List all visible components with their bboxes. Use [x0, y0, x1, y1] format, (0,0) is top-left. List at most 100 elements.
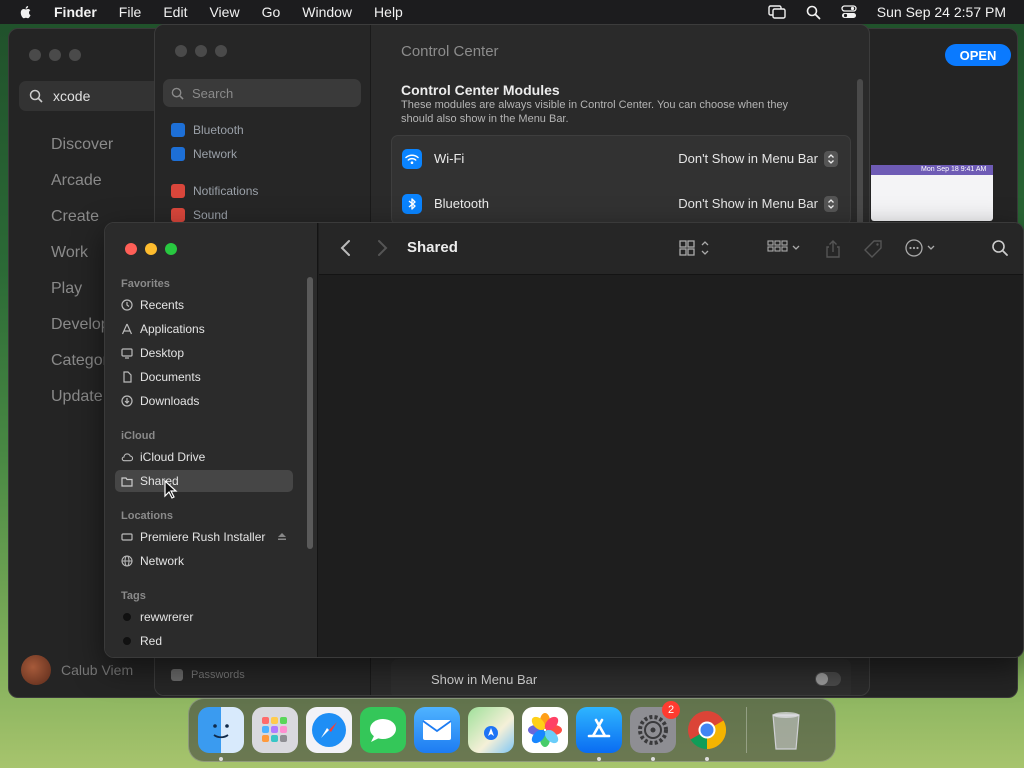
sidebar-item-notifications[interactable]: Notifications: [171, 184, 258, 198]
close-button[interactable]: [29, 49, 41, 61]
account-button[interactable]: Calub Viem: [21, 655, 133, 685]
menu-window[interactable]: Window: [302, 4, 352, 20]
wifi-menu-bar-popup[interactable]: Don't Show in Menu Bar: [678, 150, 838, 167]
system-settings-icon[interactable]: 2: [630, 701, 680, 761]
close-button[interactable]: [125, 243, 137, 255]
sidebar-label: Applications: [140, 322, 205, 336]
share-icon[interactable]: [825, 239, 841, 264]
bluetooth-menu-bar-popup[interactable]: Don't Show in Menu Bar: [678, 195, 838, 212]
menu-file[interactable]: File: [119, 4, 142, 20]
group-by-icon[interactable]: [767, 239, 803, 262]
sidebar-group-locations: Locations: [121, 510, 173, 522]
sidebar-label: Recents: [140, 298, 185, 312]
window-controls: [175, 45, 227, 57]
chrome-icon[interactable]: [684, 707, 730, 761]
chevron-up-down-icon: [824, 150, 838, 167]
search-icon: [29, 89, 43, 103]
menubar-clock[interactable]: Sun Sep 24 2:57 PM: [877, 4, 1006, 20]
sidebar-label: rewwrerer: [140, 610, 194, 624]
sidebar-item-recents[interactable]: Recents: [115, 294, 293, 316]
sidebar-item-documents[interactable]: Documents: [115, 366, 293, 388]
zoom-button[interactable]: [215, 45, 227, 57]
settings-search-input[interactable]: Search: [163, 79, 361, 107]
sidebar-item-passwords[interactable]: Passwords: [171, 669, 245, 681]
module-label: Bluetooth: [434, 196, 489, 211]
sidebar-item-tag-red[interactable]: Red: [115, 630, 293, 652]
tag-icon[interactable]: [863, 239, 883, 264]
key-icon: [171, 669, 183, 681]
eject-icon[interactable]: [277, 530, 287, 544]
running-indicator: [219, 757, 223, 761]
sidebar-item-icloud-drive[interactable]: iCloud Drive: [115, 446, 293, 468]
app-store-search-field[interactable]: xcode: [19, 81, 169, 111]
sidebar-item-desktop[interactable]: Desktop: [115, 342, 293, 364]
menu-edit[interactable]: Edit: [163, 4, 187, 20]
sidebar-label: Documents: [140, 370, 201, 384]
sidebar-label: Network: [140, 554, 185, 568]
app-store-icon[interactable]: [576, 707, 622, 761]
launchpad-icon[interactable]: [252, 707, 298, 753]
sidebar-item-premiere-rush-installer[interactable]: Premiere Rush Installer: [115, 526, 293, 548]
modules-panel: Wi-Fi Don't Show in Menu Bar Bluetooth D…: [391, 135, 851, 225]
globe-icon: [171, 147, 185, 161]
window-controls: [29, 49, 81, 61]
sidebar-item-sound[interactable]: Sound: [171, 208, 228, 222]
nav-discover[interactable]: Discover: [51, 135, 113, 171]
menu-bar: Finder File Edit View Go Window Help Sun…: [0, 0, 1024, 24]
search-icon[interactable]: [991, 239, 1009, 262]
minimize-button[interactable]: [145, 243, 157, 255]
messages-icon[interactable]: [360, 707, 406, 753]
clock-icon: [121, 299, 133, 311]
mail-icon[interactable]: [414, 707, 460, 753]
menu-view[interactable]: View: [209, 4, 239, 20]
wifi-icon: [402, 148, 422, 169]
sidebar-item-tag-rewwrerer[interactable]: rewwrerer: [115, 606, 293, 628]
maps-icon[interactable]: [468, 707, 514, 753]
show-in-menu-bar-toggle[interactable]: [815, 672, 841, 686]
forward-button[interactable]: [375, 239, 389, 262]
spotlight-search-icon[interactable]: [806, 5, 821, 20]
nav-arcade[interactable]: Arcade: [51, 171, 113, 207]
finder-icon[interactable]: [198, 707, 244, 761]
running-indicator: [651, 757, 655, 761]
sidebar-scrollbar[interactable]: [307, 277, 313, 549]
open-button[interactable]: OPEN: [945, 44, 1011, 66]
sidebar-label: Desktop: [140, 346, 185, 360]
menu-app-name[interactable]: Finder: [54, 4, 97, 20]
window-controls: [125, 243, 177, 255]
screen-mirroring-icon[interactable]: [768, 5, 786, 19]
sidebar-item-shared[interactable]: Shared: [115, 470, 293, 492]
minimize-button[interactable]: [49, 49, 61, 61]
zoom-button[interactable]: [165, 243, 177, 255]
safari-icon[interactable]: [306, 707, 352, 753]
menu-help[interactable]: Help: [374, 4, 403, 20]
sidebar-group-favorites: Favorites: [121, 278, 170, 290]
close-button[interactable]: [175, 45, 187, 57]
settings-scrollbar[interactable]: [857, 79, 863, 239]
control-center-icon[interactable]: [841, 5, 857, 19]
sidebar-item-network[interactable]: Network: [115, 550, 293, 572]
avatar: [21, 655, 51, 685]
back-button[interactable]: [339, 239, 353, 262]
view-mode-icon-grid[interactable]: [679, 239, 711, 262]
globe-icon: [121, 555, 133, 567]
finder-content-area[interactable]: [319, 276, 1023, 657]
minimize-button[interactable]: [195, 45, 207, 57]
sidebar-item-downloads[interactable]: Downloads: [115, 390, 293, 412]
sidebar-item-network[interactable]: Network: [171, 147, 237, 161]
sidebar-label: Bluetooth: [193, 123, 244, 137]
running-indicator: [705, 757, 709, 761]
bluetooth-icon: [402, 193, 422, 214]
zoom-button[interactable]: [69, 49, 81, 61]
sidebar-item-bluetooth[interactable]: Bluetooth: [171, 123, 244, 137]
finder-toolbar: Shared: [319, 223, 1023, 275]
menu-go[interactable]: Go: [262, 4, 281, 20]
sidebar-item-applications[interactable]: Applications: [115, 318, 293, 340]
apple-menu-icon[interactable]: [18, 4, 34, 20]
more-actions-icon[interactable]: [905, 239, 941, 262]
dock-separator: [746, 707, 747, 753]
applications-icon: [121, 323, 133, 335]
trash-icon[interactable]: [763, 707, 809, 753]
finder-window: Favorites Recents Applications Desktop D…: [104, 222, 1024, 658]
photos-icon[interactable]: [522, 707, 568, 753]
